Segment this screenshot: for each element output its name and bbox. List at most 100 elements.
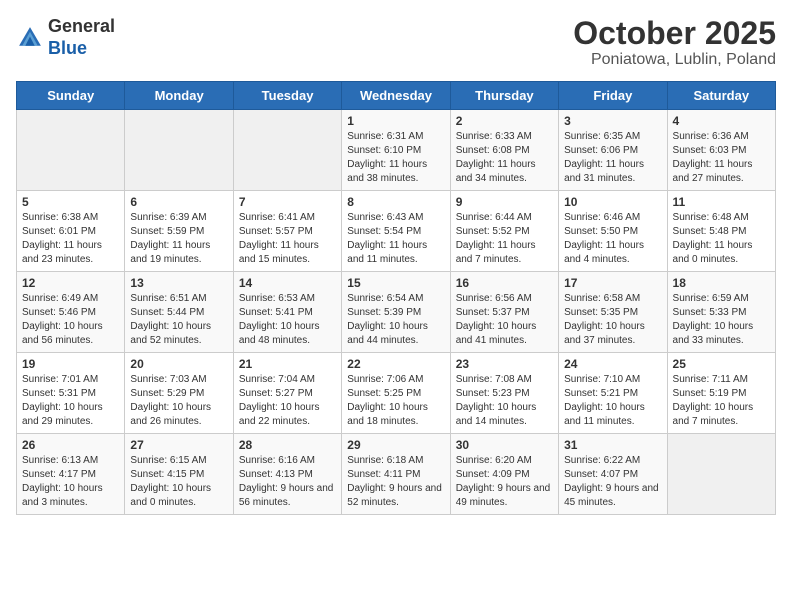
calendar-cell: 4 Sunrise: 6:36 AM Sunset: 6:03 PM Daylig…	[667, 110, 775, 191]
day-info: Sunrise: 6:41 AM Sunset: 5:57 PM Dayligh…	[239, 211, 336, 267]
day-number: 14	[239, 276, 336, 290]
title-block: October 2025 Poniatowa, Lublin, Poland	[573, 16, 776, 69]
logo: General Blue	[16, 16, 115, 59]
day-number: 12	[22, 276, 119, 290]
day-number: 11	[673, 195, 770, 209]
day-info: Sunrise: 6:43 AM Sunset: 5:54 PM Dayligh…	[347, 211, 444, 267]
day-number: 6	[130, 195, 227, 209]
day-number: 15	[347, 276, 444, 290]
logo-blue-text: Blue	[48, 38, 87, 58]
weekday-header-friday: Friday	[559, 82, 667, 110]
weekday-header-thursday: Thursday	[450, 82, 558, 110]
week-row-2: 12 Sunrise: 6:49 AM Sunset: 5:46 PM Dayli…	[17, 272, 776, 353]
day-number: 27	[130, 438, 227, 452]
calendar-cell: 15Sunrise: 6:54 AM Sunset: 5:39 PM Dayli…	[342, 272, 450, 353]
calendar-cell: 27 Sunrise: 6:15 AM Sunset: 4:15 PM Dayli…	[125, 434, 233, 515]
day-info: Sunrise: 7:01 AM Sunset: 5:31 PM Dayligh…	[22, 373, 119, 429]
day-info: Sunrise: 7:04 AM Sunset: 5:27 PM Dayligh…	[239, 373, 336, 429]
day-number: 1	[347, 114, 444, 128]
calendar-cell: 6Sunrise: 6:39 AM Sunset: 5:59 PM Daylig…	[125, 191, 233, 272]
day-info: Sunrise: 6:22 AM Sunset: 4:07 PM Dayligh…	[564, 454, 661, 510]
weekday-header-wednesday: Wednesday	[342, 82, 450, 110]
day-info: Sunrise: 6:36 AM Sunset: 6:03 PM Dayligh…	[673, 130, 770, 186]
logo-text: General Blue	[48, 16, 115, 59]
day-number: 9	[456, 195, 553, 209]
calendar-cell: 30 Sunrise: 6:20 AM Sunset: 4:09 PM Dayli…	[450, 434, 558, 515]
calendar-cell	[233, 110, 341, 191]
calendar-cell: 3 Sunrise: 6:35 AM Sunset: 6:06 PM Daylig…	[559, 110, 667, 191]
day-number: 17	[564, 276, 661, 290]
header: General Blue October 2025 Poniatowa, Lub…	[16, 16, 776, 69]
day-number: 4	[673, 114, 770, 128]
weekday-header-monday: Monday	[125, 82, 233, 110]
day-number: 19	[22, 357, 119, 371]
weekday-header-tuesday: Tuesday	[233, 82, 341, 110]
day-info: Sunrise: 6:13 AM Sunset: 4:17 PM Dayligh…	[22, 454, 119, 510]
calendar-cell: 31 Sunrise: 6:22 AM Sunset: 4:07 PM Dayli…	[559, 434, 667, 515]
calendar-cell: 9 Sunrise: 6:44 AM Sunset: 5:52 PM Daylig…	[450, 191, 558, 272]
calendar-cell: 2Sunrise: 6:33 AM Sunset: 6:08 PM Daylig…	[450, 110, 558, 191]
logo-icon	[16, 24, 44, 52]
day-number: 23	[456, 357, 553, 371]
calendar-cell: 10 Sunrise: 6:46 AM Sunset: 5:50 PM Dayli…	[559, 191, 667, 272]
weekday-header-row: SundayMondayTuesdayWednesdayThursdayFrid…	[17, 82, 776, 110]
day-number: 28	[239, 438, 336, 452]
calendar-cell: 18Sunrise: 6:59 AM Sunset: 5:33 PM Dayli…	[667, 272, 775, 353]
calendar-cell: 26 Sunrise: 6:13 AM Sunset: 4:17 PM Dayli…	[17, 434, 125, 515]
calendar-cell: 8 Sunrise: 6:43 AM Sunset: 5:54 PM Daylig…	[342, 191, 450, 272]
calendar-cell: 28 Sunrise: 6:16 AM Sunset: 4:13 PM Dayli…	[233, 434, 341, 515]
month-title: October 2025	[573, 16, 776, 51]
week-row-1: 5 Sunrise: 6:38 AM Sunset: 6:01 PM Daylig…	[17, 191, 776, 272]
calendar-cell: 5 Sunrise: 6:38 AM Sunset: 6:01 PM Daylig…	[17, 191, 125, 272]
day-number: 5	[22, 195, 119, 209]
day-info: Sunrise: 6:53 AM Sunset: 5:41 PM Dayligh…	[239, 292, 336, 348]
day-number: 24	[564, 357, 661, 371]
day-info: Sunrise: 6:31 AM Sunset: 6:10 PM Dayligh…	[347, 130, 444, 186]
week-row-0: 1 Sunrise: 6:31 AM Sunset: 6:10 PM Daylig…	[17, 110, 776, 191]
calendar-cell: 16Sunrise: 6:56 AM Sunset: 5:37 PM Dayli…	[450, 272, 558, 353]
day-number: 29	[347, 438, 444, 452]
week-row-4: 26 Sunrise: 6:13 AM Sunset: 4:17 PM Dayli…	[17, 434, 776, 515]
weekday-header-saturday: Saturday	[667, 82, 775, 110]
day-number: 25	[673, 357, 770, 371]
calendar-cell	[125, 110, 233, 191]
day-number: 20	[130, 357, 227, 371]
day-info: Sunrise: 6:59 AM Sunset: 5:33 PM Dayligh…	[673, 292, 770, 348]
calendar-cell: 23 Sunrise: 7:08 AM Sunset: 5:23 PM Dayli…	[450, 353, 558, 434]
location: Poniatowa, Lublin, Poland	[573, 51, 776, 69]
page-container: General Blue October 2025 Poniatowa, Lub…	[0, 0, 792, 523]
day-info: Sunrise: 7:11 AM Sunset: 5:19 PM Dayligh…	[673, 373, 770, 429]
calendar-cell: 29 Sunrise: 6:18 AM Sunset: 4:11 PM Dayli…	[342, 434, 450, 515]
calendar-cell: 14 Sunrise: 6:53 AM Sunset: 5:41 PM Dayli…	[233, 272, 341, 353]
day-info: Sunrise: 7:08 AM Sunset: 5:23 PM Dayligh…	[456, 373, 553, 429]
day-number: 30	[456, 438, 553, 452]
day-number: 22	[347, 357, 444, 371]
day-info: Sunrise: 6:56 AM Sunset: 5:37 PM Dayligh…	[456, 292, 553, 348]
day-info: Sunrise: 6:48 AM Sunset: 5:48 PM Dayligh…	[673, 211, 770, 267]
day-info: Sunrise: 6:49 AM Sunset: 5:46 PM Dayligh…	[22, 292, 119, 348]
day-number: 10	[564, 195, 661, 209]
day-number: 26	[22, 438, 119, 452]
day-info: Sunrise: 6:44 AM Sunset: 5:52 PM Dayligh…	[456, 211, 553, 267]
day-info: Sunrise: 6:51 AM Sunset: 5:44 PM Dayligh…	[130, 292, 227, 348]
calendar-cell	[17, 110, 125, 191]
calendar-cell: 17Sunrise: 6:58 AM Sunset: 5:35 PM Dayli…	[559, 272, 667, 353]
calendar: SundayMondayTuesdayWednesdayThursdayFrid…	[16, 81, 776, 515]
day-info: Sunrise: 7:06 AM Sunset: 5:25 PM Dayligh…	[347, 373, 444, 429]
weekday-header-sunday: Sunday	[17, 82, 125, 110]
day-info: Sunrise: 6:38 AM Sunset: 6:01 PM Dayligh…	[22, 211, 119, 267]
day-number: 8	[347, 195, 444, 209]
day-number: 3	[564, 114, 661, 128]
day-info: Sunrise: 6:46 AM Sunset: 5:50 PM Dayligh…	[564, 211, 661, 267]
day-number: 31	[564, 438, 661, 452]
day-info: Sunrise: 6:16 AM Sunset: 4:13 PM Dayligh…	[239, 454, 336, 510]
day-info: Sunrise: 6:33 AM Sunset: 6:08 PM Dayligh…	[456, 130, 553, 186]
week-row-3: 19 Sunrise: 7:01 AM Sunset: 5:31 PM Dayli…	[17, 353, 776, 434]
day-info: Sunrise: 6:20 AM Sunset: 4:09 PM Dayligh…	[456, 454, 553, 510]
day-info: Sunrise: 6:15 AM Sunset: 4:15 PM Dayligh…	[130, 454, 227, 510]
calendar-cell: 13Sunrise: 6:51 AM Sunset: 5:44 PM Dayli…	[125, 272, 233, 353]
day-info: Sunrise: 6:35 AM Sunset: 6:06 PM Dayligh…	[564, 130, 661, 186]
calendar-cell	[667, 434, 775, 515]
calendar-cell: 7Sunrise: 6:41 AM Sunset: 5:57 PM Daylig…	[233, 191, 341, 272]
day-info: Sunrise: 6:18 AM Sunset: 4:11 PM Dayligh…	[347, 454, 444, 510]
